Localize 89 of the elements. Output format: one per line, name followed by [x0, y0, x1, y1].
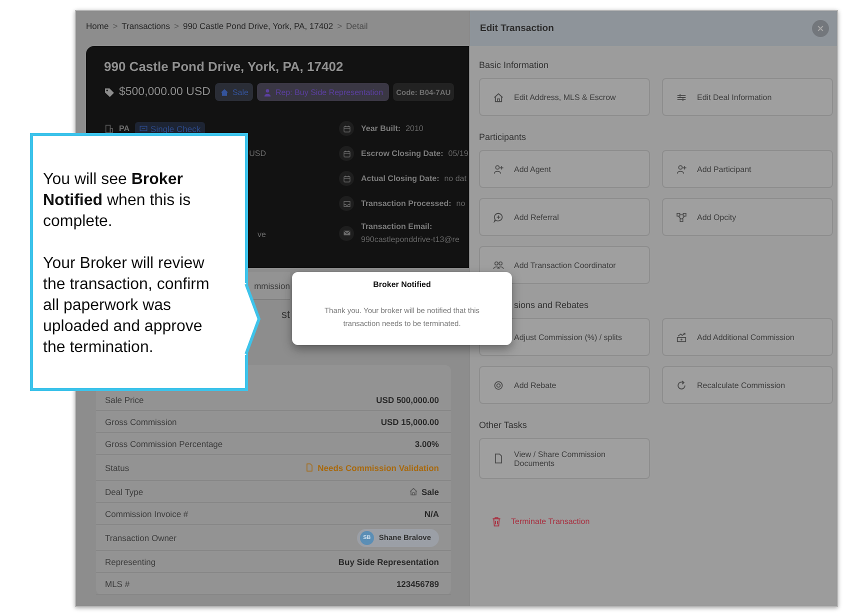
callout-text: You will see Broker Notified when this is complete. — [43, 170, 192, 232]
drawer-title: Edit Transaction — [480, 23, 554, 34]
field-text: st — [281, 309, 290, 321]
action-button[interactable]: Add Opcity — [662, 198, 833, 236]
house-icon — [220, 88, 230, 96]
breadcrumb-current: Detail — [346, 21, 368, 31]
detail-value: 2010 — [406, 124, 424, 133]
person-icon — [263, 88, 272, 96]
action-button[interactable]: Add Referral — [479, 198, 650, 236]
table-label: Gross Commission Percentage — [105, 438, 223, 448]
close-icon — [815, 23, 826, 34]
calendar-icon — [342, 124, 350, 132]
detail-label: Transaction Processed: — [361, 199, 452, 208]
table-label: Status — [105, 462, 130, 472]
table-value: 123456789 — [396, 578, 439, 588]
status-text: Needs Commission Validation — [318, 462, 439, 472]
calendar-icon — [342, 174, 350, 182]
tag-icon — [104, 86, 115, 98]
dialog-title: Broker Notified — [372, 280, 432, 289]
price-text: $500,000.00 USD — [119, 86, 210, 98]
breadcrumb-separator: > — [112, 21, 118, 31]
table-value: 3.00% — [414, 438, 439, 448]
deal-type-text: Sale — [422, 486, 439, 496]
callout-text: Your Broker will review the transaction, confirm all paperwork was uploaded and approve the termination. — [43, 254, 210, 358]
detail-label: Escrow Closing Date: — [361, 149, 444, 158]
money-chart-icon — [676, 332, 687, 342]
detail-value: 990castleponddrive-t13@re — [361, 235, 460, 244]
detail-label: Actual Closing Date: — [361, 174, 440, 183]
section-title: Other Tasks — [479, 419, 528, 432]
action-button[interactable]: Add Participant — [662, 150, 833, 188]
detail-label: Year Built: — [361, 124, 401, 133]
table-value: N/A — [424, 508, 439, 518]
envelope-icon — [342, 229, 350, 237]
house-icon — [408, 487, 418, 496]
close-button[interactable] — [812, 20, 829, 37]
building-icon — [104, 124, 114, 134]
deal-type-badge: Sale — [215, 83, 254, 101]
action-button[interactable]: Add Additional Commission — [662, 318, 833, 356]
coin-icon — [493, 380, 504, 390]
sliders-icon — [676, 92, 687, 102]
document-icon — [304, 463, 314, 472]
action-button[interactable]: Recalculate Commission — [662, 366, 833, 404]
representation-badge: Rep: Buy Side Representation — [257, 83, 390, 101]
detail-text: ve — [258, 230, 266, 238]
action-button[interactable]: Add Rebate — [479, 366, 650, 404]
detail-value: no dat — [444, 174, 466, 183]
section-title: Participants — [479, 131, 528, 144]
section-title: Basic Information — [479, 59, 550, 72]
breadcrumb-separator: > — [337, 21, 342, 31]
terminate-link[interactable]: Terminate Transaction — [491, 516, 590, 527]
detail-text: USD — [249, 149, 266, 158]
table-label: MLS # — [105, 578, 130, 588]
action-button[interactable]: Edit Deal Information — [662, 78, 833, 116]
table-value: Buy Side Representation — [338, 556, 439, 566]
refresh-icon — [676, 380, 687, 390]
nodes-icon — [676, 212, 687, 222]
detail-value: no — [456, 199, 466, 208]
people-icon — [493, 260, 504, 270]
action-button[interactable]: View / Share Commission Documents — [479, 438, 650, 479]
chat-plus-icon — [493, 212, 504, 222]
breadcrumb-separator: > — [174, 21, 179, 31]
house-icon — [493, 92, 504, 102]
detail-label: Transaction Email: — [361, 222, 434, 231]
tab-label[interactable]: mmission — [254, 280, 290, 290]
section-title: sions and Rebates — [513, 299, 590, 312]
cheque-icon — [138, 124, 148, 133]
breadcrumb-link[interactable]: 990 Castle Pond Drive, York, PA, 17402 — [182, 21, 334, 31]
table-label: Sale Price — [105, 394, 144, 404]
trash-icon — [491, 516, 502, 527]
detail-value: 05/19 — [448, 149, 468, 158]
person-plus-icon — [493, 164, 504, 174]
property-title: 990 Castle Pond Drive, York, PA, 17402 — [104, 59, 344, 74]
table-label: Transaction Owner — [105, 532, 176, 542]
calendar-icon — [342, 150, 350, 158]
table-label: Deal Type — [105, 486, 144, 496]
breadcrumb-link[interactable]: Home — [86, 21, 109, 31]
table-label: Representing — [105, 556, 156, 566]
table-value: USD 15,000.00 — [380, 416, 439, 426]
tray-icon — [342, 200, 350, 208]
state-text: PA — [119, 124, 130, 133]
document-icon — [493, 453, 504, 464]
action-button[interactable]: Edit Address, MLS & Escrow — [479, 78, 650, 116]
table-label: Commission Invoice # — [105, 508, 188, 518]
action-button[interactable]: Add Transaction Coordinator — [479, 246, 650, 284]
breadcrumb-link[interactable]: Transactions — [122, 21, 170, 31]
table-label: Gross Commission — [105, 416, 177, 426]
action-button[interactable]: Add Agent — [479, 150, 650, 188]
table-value: USD 500,000.00 — [376, 394, 439, 404]
person-plus-icon — [676, 164, 687, 174]
